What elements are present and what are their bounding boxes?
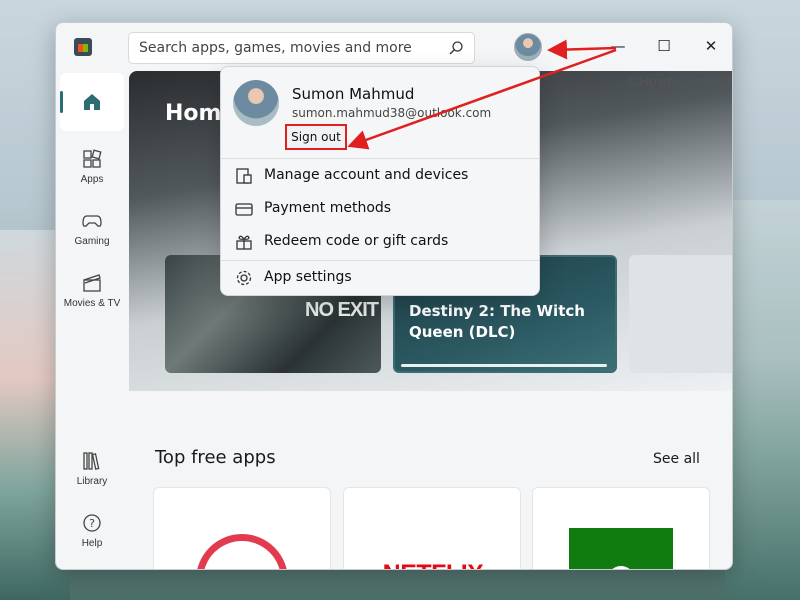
account-devices-icon [236, 168, 252, 184]
app-card-itunes[interactable] [153, 487, 331, 569]
divider [221, 158, 539, 159]
sidebar-item-label: Gaming [74, 236, 110, 247]
menu-item-label: Manage account and devices [264, 167, 469, 183]
sidebar-item-apps[interactable]: Apps [60, 137, 124, 195]
maximize-button[interactable]: ☐ [649, 31, 679, 61]
netflix-logo: NETFLIX [344, 560, 520, 569]
store-logo-icon [74, 38, 92, 56]
minimize-button[interactable]: — [603, 31, 633, 61]
sidebar-item-home[interactable] [60, 73, 124, 131]
account-avatar-button[interactable] [514, 33, 542, 61]
itunes-icon [196, 534, 288, 569]
gaming-icon [82, 215, 102, 227]
home-icon [84, 94, 100, 110]
avatar [233, 80, 279, 126]
menu-item-redeem-code[interactable]: Redeem code or gift cards [221, 227, 539, 257]
gear-icon [236, 270, 252, 286]
menu-item-payment-methods[interactable]: Payment methods [221, 194, 539, 224]
card-title: Destiny 2: The Witch Queen (DLC) [409, 302, 585, 341]
library-icon [83, 452, 100, 470]
xbox-icon [569, 528, 673, 569]
svg-text:?: ? [89, 517, 95, 530]
menu-item-app-settings[interactable]: App settings [221, 263, 539, 293]
sidebar-item-movies-tv[interactable]: Movies & TV [60, 261, 124, 319]
menu-item-manage-account[interactable]: Manage account and devices [221, 161, 539, 191]
sidebar-item-gaming[interactable]: Gaming [60, 199, 124, 257]
watermark: ©Howtoconnect [626, 75, 733, 90]
menu-item-label: Redeem code or gift cards [264, 233, 449, 249]
sidebar-item-label: Library [76, 476, 108, 487]
card-progress-bar [401, 364, 607, 367]
account-flyout: Sumon Mahmud sumon.mahmud38@outlook.com … [220, 66, 540, 296]
sidebar-item-label: Apps [80, 174, 104, 185]
help-icon: ? [83, 514, 101, 532]
sidebar-item-library[interactable]: Library [60, 439, 124, 497]
title-bar: Search apps, games, movies and more — ☐ … [56, 23, 732, 71]
desktop-wallpaper-right [725, 200, 800, 600]
menu-item-label: App settings [264, 269, 352, 285]
xbox-logo-icon [607, 566, 635, 569]
sidebar: Apps Gaming Movies & TV Library ? Help [56, 71, 128, 569]
divider [221, 260, 539, 261]
section-title: Top free apps [155, 447, 276, 468]
close-button[interactable]: ✕ [696, 31, 726, 61]
app-card-xbox[interactable] [532, 487, 710, 569]
credit-card-icon [235, 203, 253, 216]
card-title: NO EXIT [305, 299, 379, 321]
sign-out-button[interactable]: Sign out [285, 124, 347, 150]
app-card-netflix[interactable]: NETFLIX [343, 487, 521, 569]
gift-icon [236, 235, 252, 250]
sidebar-item-label: Help [81, 538, 103, 549]
sidebar-item-label: Movies & TV [63, 298, 121, 309]
menu-item-label: Payment methods [264, 200, 392, 216]
movies-icon [83, 274, 101, 292]
apps-icon [83, 149, 102, 168]
hero-card-next[interactable] [629, 255, 732, 373]
search-placeholder: Search apps, games, movies and more [139, 40, 412, 56]
see-all-link[interactable]: See all [653, 451, 700, 467]
account-name: Sumon Mahmud [292, 85, 415, 103]
search-input[interactable]: Search apps, games, movies and more [128, 32, 475, 64]
sidebar-item-help[interactable]: ? Help [60, 501, 124, 559]
account-email: sumon.mahmud38@outlook.com [292, 106, 492, 120]
search-icon[interactable] [448, 40, 464, 56]
